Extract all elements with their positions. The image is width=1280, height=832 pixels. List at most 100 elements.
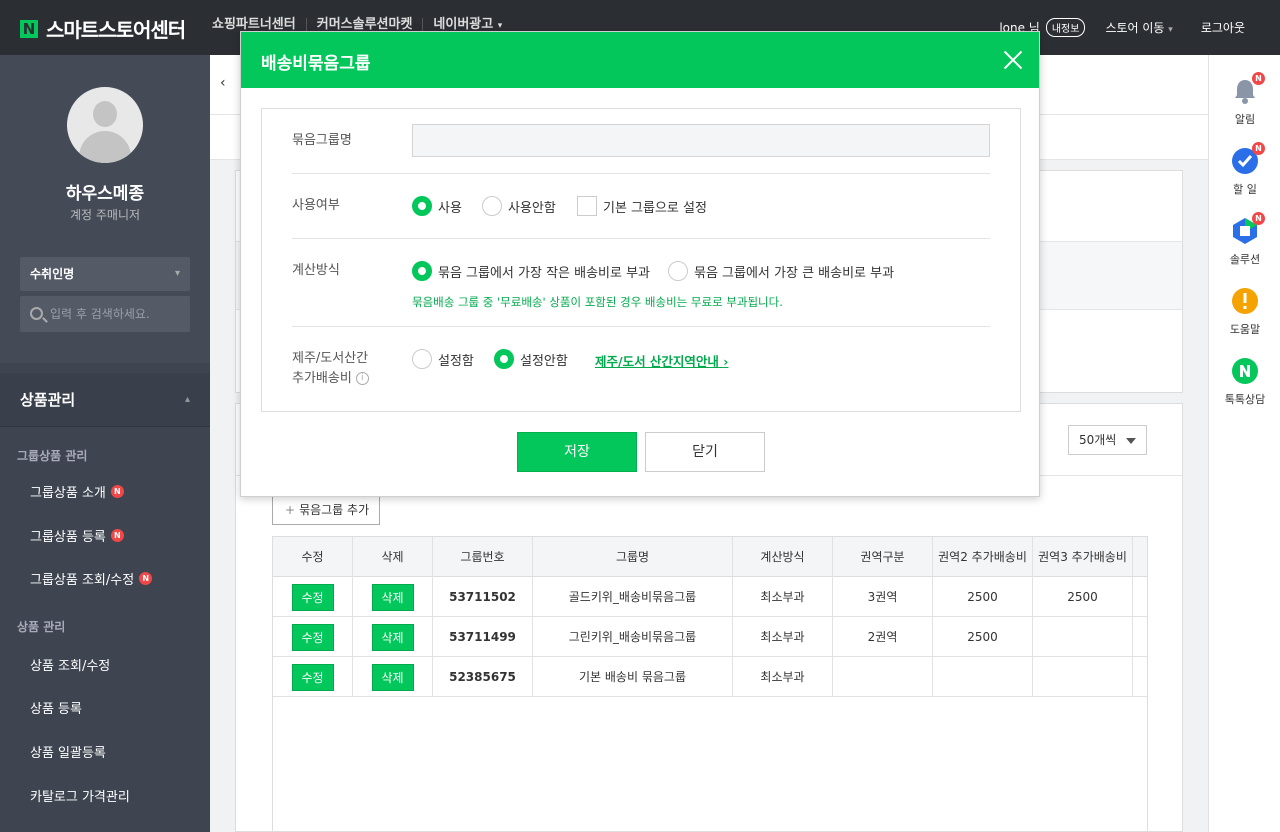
new-badge: N	[1252, 212, 1265, 225]
row-calc: 계산방식 묶음 그룹에서 가장 작은 배송비로 부과 묶음 그룹에서 가장 큰 …	[292, 239, 990, 327]
sidebar-search-input[interactable]: 입력 후 검색하세요.	[20, 296, 190, 332]
sidebar-item-product-bulk[interactable]: 상품 일괄등록	[30, 742, 106, 761]
edit-cell: 수정	[273, 577, 353, 617]
calc-label: 계산방식	[292, 263, 340, 278]
calc-note: 묶음배송 그룹 중 '무료배송' 상품이 포함된 경우 배송비는 무료로 부과됩…	[412, 295, 783, 309]
row-island: 제주/도서산간 추가배송비 i 설정함 설정안함 제주/도서 산간지역안내 ›	[292, 327, 990, 411]
island-info-link[interactable]: 제주/도서 산간지역안내 ›	[595, 351, 728, 370]
sidebar-item-product-register[interactable]: 상품 등록	[30, 698, 82, 717]
island-label-text: 추가배송비	[292, 371, 352, 386]
sidebar-item-group-edit[interactable]: 그룹상품 조회/수정 N	[30, 569, 153, 588]
store-move-button[interactable]: 스토어 이동 ▾	[1105, 19, 1172, 36]
delete-button[interactable]: 삭제	[371, 664, 414, 691]
sidebar-item-catalog-price[interactable]: 카탈로그 가격관리	[30, 786, 130, 805]
radio-checked-icon	[494, 349, 514, 369]
solution-icon: N	[1231, 212, 1265, 245]
menu-product-management[interactable]: 상품관리 ▴	[0, 373, 210, 427]
zone3-fee	[1033, 617, 1133, 657]
default-group-label: 기본 그룹으로 설정	[603, 200, 707, 216]
delete-button[interactable]: 삭제	[371, 584, 414, 611]
sidebar-item-group-register[interactable]: 그룹상품 등록 N	[30, 526, 124, 545]
group-name-input[interactable]	[412, 124, 990, 157]
chevron-down-icon: ▾	[497, 21, 503, 31]
rail-help[interactable]: 도움말	[1209, 287, 1280, 337]
island-set-label: 설정함	[438, 353, 474, 369]
calc-method: 최소부과	[733, 577, 833, 617]
avatar[interactable]	[67, 87, 143, 163]
rail-todo[interactable]: N 할 일	[1209, 142, 1280, 197]
store-name: 하우스메종	[65, 184, 145, 204]
sidebar: 하우스메종 계정 주매니저 수취인명 ▾ 입력 후 검색하세요. 상품관리 ▴ …	[0, 55, 210, 832]
calc-method: 최소부과	[733, 657, 833, 697]
add-group-label: 묶음그룹 추가	[299, 503, 370, 517]
table-row: 수정 삭제 52385675 기본 배송비 묶음그룹 최소부과	[273, 657, 1147, 697]
delete-cell: 삭제	[353, 577, 433, 617]
use-label: 사용여부	[292, 198, 340, 213]
use-on-label: 사용	[438, 200, 462, 216]
logo[interactable]: N 스마트스토어센터	[20, 14, 186, 43]
right-rail: N 알림 N 할 일 N 솔루션 도움말 톡톡상담	[1208, 55, 1280, 832]
use-on-radio[interactable]: 사용	[412, 196, 462, 216]
rail-talktalk[interactable]: 톡톡상담	[1209, 357, 1280, 407]
rail-notification[interactable]: N 알림	[1209, 72, 1280, 127]
rail-solution[interactable]: N 솔루션	[1209, 212, 1280, 267]
zone2-fee	[933, 657, 1033, 697]
group-name: 기본 배송비 묶음그룹	[533, 657, 733, 697]
edit-button[interactable]: 수정	[291, 584, 334, 611]
sidebar-item-group-intro[interactable]: 그룹상품 소개 N	[30, 482, 124, 501]
use-off-radio[interactable]: 사용안함	[482, 196, 556, 216]
close-icon[interactable]	[1003, 50, 1023, 70]
island-set-radio[interactable]: 설정함	[412, 349, 474, 369]
group-name: 골드키위_배송비묶음그룹	[533, 577, 733, 617]
check-icon: N	[1231, 142, 1265, 175]
account-role: 계정 주매니저	[69, 208, 141, 222]
sidebar-item-label: 그룹상품 소개	[30, 486, 106, 501]
avatar-head-icon	[93, 101, 117, 127]
radio-checked-icon	[412, 196, 432, 216]
chevron-left-icon[interactable]: ‹	[220, 75, 226, 91]
zone-type: 2권역	[833, 617, 933, 657]
edit-cell: 수정	[273, 657, 353, 697]
col-edit: 수정	[273, 537, 353, 577]
edit-cell: 수정	[273, 617, 353, 657]
logout-button[interactable]: 로그아웃	[1201, 19, 1245, 36]
zone3-fee: 2500	[1033, 577, 1133, 617]
zone2-fee: 2500	[933, 577, 1033, 617]
delete-button[interactable]: 삭제	[371, 624, 414, 651]
info-icon[interactable]: i	[355, 372, 369, 385]
delete-cell: 삭제	[353, 617, 433, 657]
sidebar-item-product-edit[interactable]: 상품 조회/수정	[30, 655, 110, 674]
zone-type	[833, 657, 933, 697]
island-unset-radio[interactable]: 설정안함	[494, 349, 568, 369]
col-zone3: 권역3 추가배송비	[1033, 537, 1133, 577]
close-button[interactable]: 닫기	[645, 432, 765, 472]
new-badge: N	[1252, 72, 1265, 85]
rail-label: 할 일	[1233, 183, 1257, 196]
search-type-select[interactable]: 수취인명 ▾	[20, 257, 190, 291]
help-icon	[1231, 287, 1259, 315]
chevron-down-icon: ▾	[174, 268, 180, 279]
radio-unchecked-icon	[668, 261, 688, 281]
bell-icon: N	[1231, 72, 1265, 105]
chevron-up-icon: ▴	[184, 394, 190, 405]
add-group-button[interactable]: + 묶음그룹 추가	[272, 496, 380, 525]
checkbox-icon	[577, 196, 597, 216]
edit-button[interactable]: 수정	[291, 624, 334, 651]
rail-label: 도움말	[1229, 323, 1261, 336]
calc-max-radio[interactable]: 묶음 그룹에서 가장 큰 배송비로 부과	[668, 261, 894, 281]
save-button[interactable]: 저장	[517, 432, 637, 472]
use-off-label: 사용안함	[508, 200, 556, 216]
per-page-select[interactable]: 50개씩	[1068, 425, 1147, 455]
rail-label: 알림	[1234, 113, 1256, 126]
naver-logo-icon: N	[20, 19, 38, 38]
default-group-checkbox[interactable]: 기본 그룹으로 설정	[577, 196, 707, 216]
chevron-down-icon: ▾	[1168, 25, 1173, 35]
edit-button[interactable]: 수정	[291, 664, 334, 691]
modal-title: 배송비묶음그룹	[261, 54, 371, 74]
profile-area: 하우스메종 계정 주매니저 수취인명 ▾ 입력 후 검색하세요.	[0, 55, 210, 363]
calc-min-radio[interactable]: 묶음 그룹에서 가장 작은 배송비로 부과	[412, 261, 650, 281]
my-info-button[interactable]: 내정보	[1045, 18, 1086, 37]
island-label-line1: 제주/도서산간	[292, 351, 369, 366]
zone3-fee	[1033, 657, 1133, 697]
row-use: 사용여부 사용 사용안함 기본 그룹으로 설정	[292, 174, 990, 239]
